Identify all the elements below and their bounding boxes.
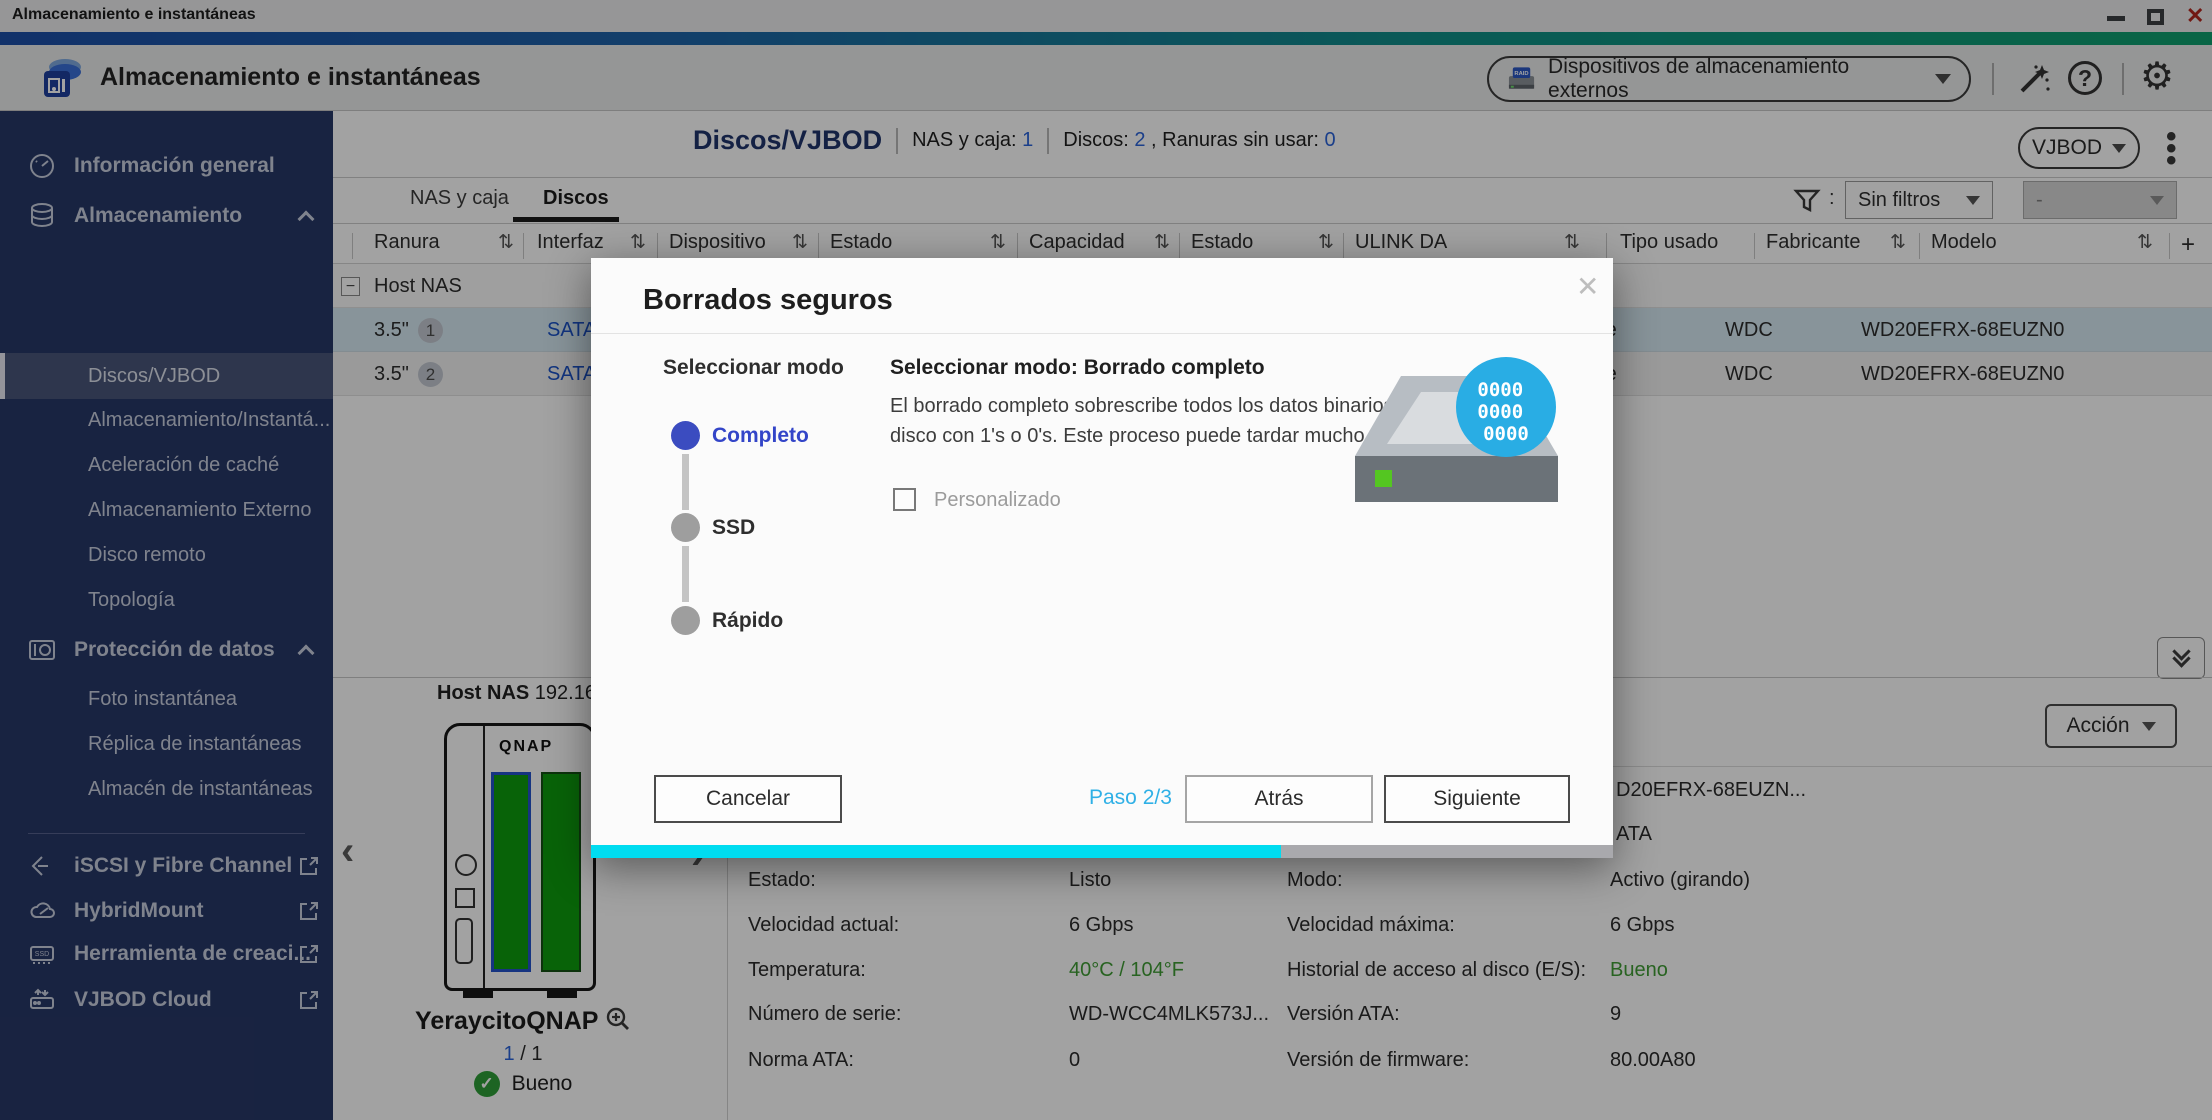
divider xyxy=(591,333,1613,334)
step-rapido-label[interactable]: Rápido xyxy=(712,606,783,635)
erase-disk-illustration: 0000 0000 0000 xyxy=(1343,354,1573,544)
step-connector xyxy=(682,546,689,602)
svg-text:0000 0000 0000: 0000 0000 0000 xyxy=(1477,379,1534,445)
wizard-progress-bar xyxy=(591,845,1613,858)
wizard-progress-fill xyxy=(591,845,1281,858)
step-ssd-label[interactable]: SSD xyxy=(712,513,755,542)
step-indicator: Paso 2/3 xyxy=(1089,786,1172,810)
step-ssd-circle[interactable] xyxy=(671,513,700,542)
next-button[interactable]: Siguiente xyxy=(1384,775,1570,823)
step-completo-label[interactable]: Completo xyxy=(712,421,809,450)
personalizado-label: Personalizado xyxy=(934,489,1061,512)
back-button[interactable]: Atrás xyxy=(1185,775,1373,823)
cancel-button[interactable]: Cancelar xyxy=(654,775,842,823)
modal-close-icon[interactable]: ✕ xyxy=(1576,270,1599,303)
step-completo-circle[interactable] xyxy=(671,421,700,450)
app-window: Almacenamiento e instantáneas ✕ Almacena… xyxy=(0,0,2212,1120)
select-mode-label: Seleccionar modo xyxy=(663,356,844,380)
personalizado-checkbox[interactable] xyxy=(893,488,916,511)
step-connector xyxy=(682,454,689,510)
modal-title: Borrados seguros xyxy=(643,284,893,317)
secure-erase-modal: Borrados seguros ✕ Seleccionar modo Comp… xyxy=(591,258,1613,858)
step-rapido-circle[interactable] xyxy=(671,606,700,635)
mode-heading: Seleccionar modo: Borrado completo xyxy=(890,356,1265,380)
